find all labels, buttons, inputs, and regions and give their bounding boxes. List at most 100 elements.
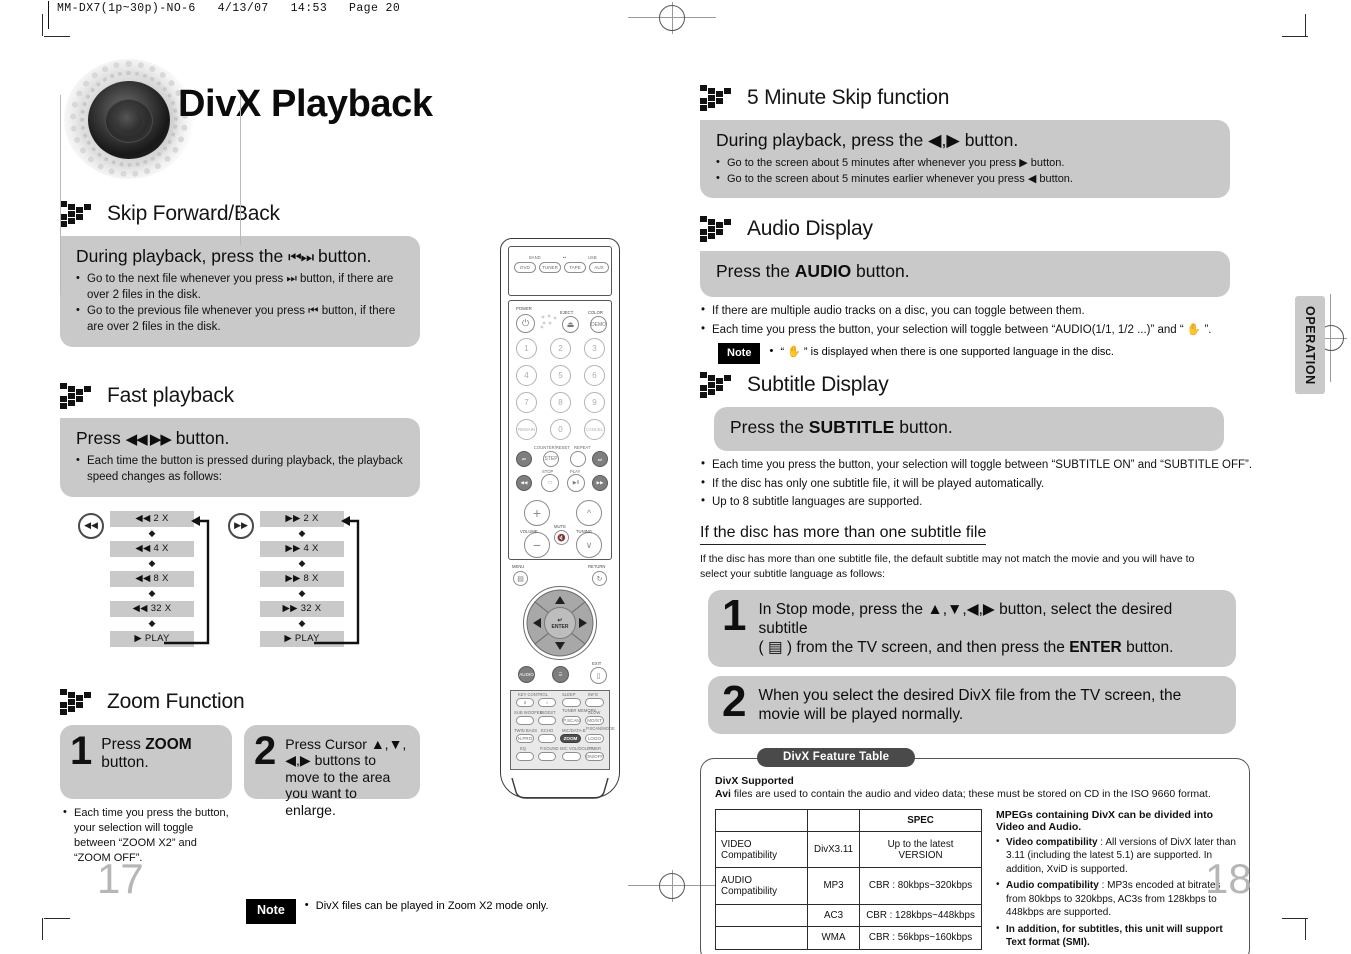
remote-label-keycontrol: KEY CONTROL xyxy=(518,692,548,697)
remote-button-step[interactable]: STEP xyxy=(543,451,559,467)
remote-button-remain[interactable]: REMAIN xyxy=(516,419,537,440)
remote-button-volume-down[interactable]: − xyxy=(524,532,550,558)
remote-label-mid: •• xyxy=(563,255,566,260)
table-row: WMA CBR : 56kbps~160kbps xyxy=(715,926,983,950)
remote-button-0[interactable]: 0 xyxy=(550,419,571,440)
feature-panel-sub: Avi files are used to contain the audio … xyxy=(715,788,1237,802)
remote-button-eject[interactable]: ⏏ xyxy=(562,316,579,333)
remote-button-sleep[interactable] xyxy=(562,698,581,707)
remote-button-2[interactable]: 2 xyxy=(550,338,571,359)
remote-button-enter[interactable]: ↵ ENTER xyxy=(544,607,576,639)
callout-subtitle: Press the SUBTITLE button. xyxy=(714,407,1224,452)
remote-button-subtitle[interactable]: ☰ xyxy=(552,666,569,683)
crop-mark-bl-v xyxy=(42,918,43,940)
remote-bottom-shape xyxy=(511,778,609,799)
remote-button-return[interactable]: ↻ xyxy=(592,571,607,586)
divx-feature-panel: DivX Feature Table DivX Supported Avi fi… xyxy=(700,747,1250,954)
remote-button-logo[interactable]: LOGO xyxy=(585,734,604,743)
callout-fast: Press ◀◀ ▶▶ button. Each time the button… xyxy=(60,418,420,497)
spec-cell: WMA xyxy=(806,926,861,950)
remote-button-tape[interactable]: TAPE xyxy=(564,262,586,273)
side-tab-operation: OPERATION xyxy=(1295,296,1325,394)
remote-button-1[interactable]: 1 xyxy=(516,338,537,359)
remote-button-fast-forward[interactable]: ▶▶ xyxy=(592,475,608,491)
zoom-step-1: 1 Press ZOOM button. xyxy=(60,724,232,799)
note-text: “ ✋ ” is displayed when there is one sup… xyxy=(769,343,1114,361)
remote-button-most[interactable]: MO/ST xyxy=(585,716,604,725)
remote-button-play-pause[interactable]: ▶II xyxy=(567,474,585,492)
bullets-5min: Go to the screen about 5 minutes after w… xyxy=(716,155,1216,187)
bullet-item: Up to 8 subtitle languages are supported… xyxy=(700,493,1280,511)
remote-button-prev[interactable]: ⏮ xyxy=(516,451,532,467)
speed-ladder-rewind: ◀◀ ◀◀ 2 X ◆ ◀◀ 4 X ◆ ◀◀ 8 X ◆ ◀◀ 32 X ◆ … xyxy=(78,510,210,647)
section-heading-skip: Skip Forward/Back xyxy=(60,201,620,227)
remote-button-exit[interactable]: ▯ xyxy=(590,667,607,684)
remote-button-key-up[interactable]: ♭ xyxy=(538,698,556,707)
remote-button-onoff[interactable]: ON/OFF xyxy=(585,752,604,761)
bullet-item: Each time you press the button, your sel… xyxy=(62,805,232,866)
remote-button-demo[interactable]: DEMO xyxy=(590,316,607,333)
feature-sub-bold: Avi xyxy=(715,787,731,800)
remote-button-tuning-down[interactable]: ∨ xyxy=(576,532,602,558)
lead-bold: AUDIO xyxy=(794,261,852,282)
remote-button-9[interactable]: 9 xyxy=(584,392,605,413)
step-line2-pre: ( ▤ ) from the TV screen, and then press… xyxy=(758,639,1070,657)
remote-button-zoom[interactable]: ZOOM xyxy=(560,734,581,743)
step-text: Press ZOOM button. xyxy=(101,733,220,773)
remote-button-subwoofer[interactable] xyxy=(516,716,534,725)
remote-button-tuning-up[interactable]: ^ xyxy=(576,500,602,526)
remote-button-aux[interactable]: AUX xyxy=(589,262,609,273)
remote-button-micvol[interactable] xyxy=(562,752,581,761)
lead-bold: SUBTITLE xyxy=(808,417,895,438)
bullet-item: If there are multiple audio tracks on a … xyxy=(700,302,1280,320)
table-row: AUDIO Compatibility MP3 CBR : 80kbps~320… xyxy=(715,867,983,905)
remote-button-info[interactable] xyxy=(585,698,604,707)
callout-lead-tail: button. xyxy=(317,246,372,266)
remote-button-next[interactable]: ⏭ xyxy=(592,451,608,467)
reg-mark-bottom-circle xyxy=(659,873,685,899)
crop-mark-tr-h xyxy=(1282,36,1308,37)
section-title-5min: 5 Minute Skip function xyxy=(747,86,950,109)
page-title-block: DivX Playback xyxy=(60,55,620,179)
zoom-step1-note: Each time you press the button, your sel… xyxy=(60,805,232,866)
remote-button-eq[interactable] xyxy=(516,752,534,761)
remote-label-eq: EQ xyxy=(520,746,527,751)
remote-button-audio[interactable]: AUDIO xyxy=(518,666,535,683)
remote-button-menu[interactable]: ▤ xyxy=(513,571,528,586)
remote-button-repeat[interactable] xyxy=(570,451,586,467)
remote-button-pscan[interactable]: P.SCAN xyxy=(562,716,581,725)
remote-button-psound[interactable] xyxy=(538,752,556,761)
remote-button-5[interactable]: 5 xyxy=(550,365,571,386)
bullet-item: Go to the next file whenever you press ⏭… xyxy=(76,271,406,304)
remote-button-dvd[interactable]: DVD xyxy=(514,262,536,273)
remote-button-tuner[interactable]: TUNER xyxy=(539,262,561,273)
section-title-zoom: Zoom Function xyxy=(107,689,245,713)
remote-button-4[interactable]: 4 xyxy=(516,365,537,386)
remote-button-8[interactable]: 8 xyxy=(550,392,571,413)
remote-label-power: POWER xyxy=(516,306,532,311)
remote-button-mute[interactable]: 🔇 xyxy=(554,530,569,545)
remote-label-usb: USB xyxy=(588,255,597,260)
remote-button-volume-up[interactable]: + xyxy=(524,500,550,526)
remote-button-rewind[interactable]: ◀◀ xyxy=(516,475,532,491)
section-title-fast: Fast playback xyxy=(107,384,234,408)
table-row: AC3 CBR : 128kbps~448kbps xyxy=(715,903,983,928)
remote-button-7[interactable]: 7 xyxy=(516,392,537,413)
step-text-bold: ZOOM xyxy=(145,735,192,753)
bullet-item: If the disc has only one subtitle file, … xyxy=(700,475,1280,493)
remote-button-3[interactable]: 3 xyxy=(584,338,605,359)
remote-button-digest[interactable] xyxy=(538,716,556,725)
callout-lead-tail: button. xyxy=(175,428,230,449)
remote-button-cancel[interactable]: CANCEL xyxy=(584,419,605,440)
spec-cell: AUDIO Compatibility xyxy=(715,867,808,905)
callout-lead-fast: Press ◀◀ ▶▶ button. xyxy=(76,427,406,450)
remote-button-stop[interactable]: □ xyxy=(541,474,559,492)
remote-button-echo[interactable] xyxy=(538,734,556,743)
remote-button-6[interactable]: 6 xyxy=(584,365,605,386)
spec-cell: DivX3.11 xyxy=(806,831,861,869)
remote-button-power[interactable]: ⏻ xyxy=(516,314,535,333)
remote-button-key-down[interactable]: ♯ xyxy=(516,698,534,707)
remote-button-npro[interactable]: N.PRO xyxy=(516,734,534,743)
bullets-subtitle: Each time you press the button, your sel… xyxy=(700,456,1280,511)
lead-post: button. xyxy=(894,417,953,438)
